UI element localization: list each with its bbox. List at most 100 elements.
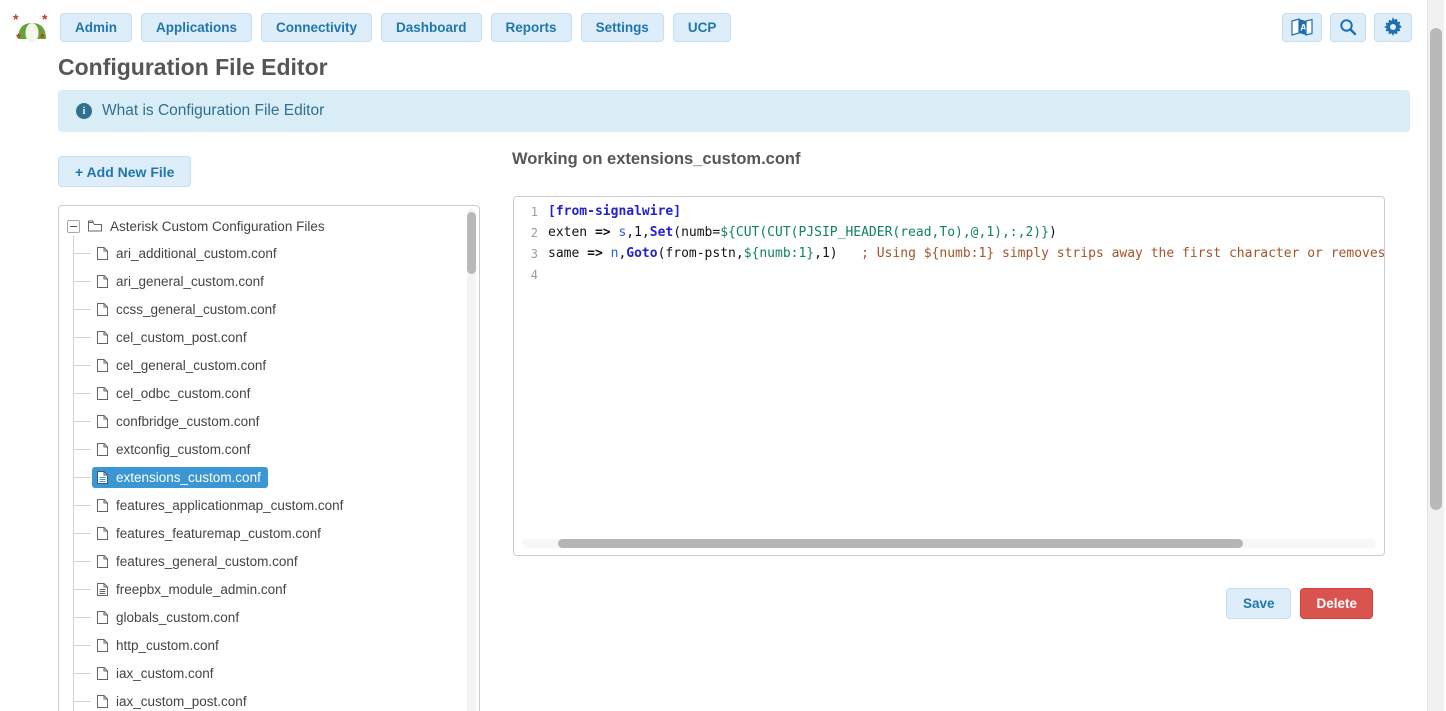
tree-file-label: http_custom.conf — [116, 638, 219, 653]
tree-file-label: iax_custom_post.conf — [116, 694, 247, 709]
tree-file-label: cel_custom_post.conf — [116, 330, 247, 345]
line-number: 3 — [514, 247, 548, 261]
info-banner[interactable]: i What is Configuration File Editor — [58, 90, 1410, 132]
tree-scrollbar[interactable] — [467, 209, 476, 711]
tree-row: cel_general_custom.conf — [59, 351, 465, 379]
tree-scrollbar-thumb[interactable] — [467, 212, 476, 274]
config-editor-panel[interactable]: 1[from-signalwire]2exten => s,1,Set(numb… — [513, 196, 1385, 556]
file-icon — [96, 554, 109, 569]
tree-root-label: Asterisk Custom Configuration Files — [110, 219, 325, 234]
tree-file-iax_custom_post.conf[interactable]: iax_custom_post.conf — [92, 691, 254, 711]
tree-file-label: iax_custom.conf — [116, 666, 214, 681]
tree-root-row: Asterisk Custom Configuration Files — [59, 213, 465, 239]
tree-row: extensions_custom.conf — [59, 463, 465, 491]
tree-file-label: ari_additional_custom.conf — [116, 246, 277, 261]
add-new-file-button[interactable]: + Add New File — [58, 156, 191, 187]
gear-icon[interactable] — [1374, 13, 1412, 42]
file-icon — [96, 330, 109, 345]
tree-file-features_featuremap_custom.conf[interactable]: features_featuremap_custom.conf — [92, 523, 328, 544]
folder-icon — [87, 219, 103, 233]
file-icon — [96, 666, 109, 681]
tree-file-ccss_general_custom.conf[interactable]: ccss_general_custom.conf — [92, 299, 283, 320]
tree-file-label: freepbx_module_admin.conf — [116, 582, 286, 597]
nav-item-dashboard[interactable]: Dashboard — [381, 13, 482, 42]
nav-item-applications[interactable]: Applications — [141, 13, 252, 42]
tree-file-label: confbridge_custom.conf — [116, 414, 259, 429]
tree-row: extconfig_custom.conf — [59, 435, 465, 463]
code-line-text: [from-signalwire] — [548, 204, 681, 219]
nav-item-ucp[interactable]: UCP — [673, 13, 732, 42]
delete-button[interactable]: Delete — [1300, 588, 1373, 619]
tree-file-label: extensions_custom.conf — [116, 470, 261, 485]
tree-file-cel_odbc_custom.conf[interactable]: cel_odbc_custom.conf — [92, 383, 257, 404]
file-text-icon — [96, 470, 109, 485]
file-icon — [96, 246, 109, 261]
top-navbar: * * * * Admin Applications Connectivity Das… — [0, 0, 1446, 50]
tree-file-cel_general_custom.conf[interactable]: cel_general_custom.conf — [92, 355, 273, 376]
main-menu: Admin Applications Connectivity Dashboard Re… — [60, 13, 731, 42]
file-tree-panel: Asterisk Custom Configuration Files ari_… — [58, 205, 480, 711]
tree-row: iax_custom_post.conf — [59, 687, 465, 711]
tree-row: features_applicationmap_custom.conf — [59, 491, 465, 519]
file-icon — [96, 302, 109, 317]
tree-file-label: extconfig_custom.conf — [116, 442, 250, 457]
nav-item-reports[interactable]: Reports — [491, 13, 572, 42]
tree-file-extensions_custom.conf[interactable]: extensions_custom.conf — [92, 467, 268, 488]
tree-row: http_custom.conf — [59, 631, 465, 659]
language-icon[interactable]: A — [1282, 13, 1322, 42]
page-scrollbar[interactable] — [1427, 0, 1444, 711]
file-icon — [96, 498, 109, 513]
navbar-right-icons: A — [1282, 13, 1412, 42]
nav-item-settings[interactable]: Settings — [581, 13, 664, 42]
tree-file-confbridge_custom.conf[interactable]: confbridge_custom.conf — [92, 411, 266, 432]
editor-hscrollbar-thumb[interactable] — [558, 539, 1243, 548]
tree-row: features_featuremap_custom.conf — [59, 519, 465, 547]
tree-file-extconfig_custom.conf[interactable]: extconfig_custom.conf — [92, 439, 257, 460]
file-icon — [96, 526, 109, 541]
file-text-icon — [96, 582, 109, 597]
code-area[interactable]: 1[from-signalwire]2exten => s,1,Set(numb… — [514, 201, 1384, 533]
line-number: 1 — [514, 205, 548, 219]
tree-collapse-toggle-icon[interactable] — [67, 220, 80, 233]
page-scrollbar-thumb[interactable] — [1430, 28, 1442, 510]
tree-file-freepbx_module_admin.conf[interactable]: freepbx_module_admin.conf — [92, 579, 293, 600]
code-line-text: exten => s,1,Set(numb=${CUT(CUT(PJSIP_HE… — [548, 225, 1057, 240]
file-icon — [96, 386, 109, 401]
line-number: 2 — [514, 226, 548, 240]
editor-horizontal-scrollbar[interactable] — [522, 539, 1376, 548]
freepbx-frog-logo-icon[interactable]: * * * * — [10, 9, 54, 45]
svg-text:*: * — [16, 31, 21, 43]
nav-item-connectivity[interactable]: Connectivity — [261, 13, 372, 42]
page-title: Configuration File Editor — [58, 54, 328, 81]
save-button[interactable]: Save — [1226, 588, 1292, 619]
line-number: 4 — [514, 268, 548, 282]
tree-row: confbridge_custom.conf — [59, 407, 465, 435]
tree-row: iax_custom.conf — [59, 659, 465, 687]
tree-file-http_custom.conf[interactable]: http_custom.conf — [92, 635, 226, 656]
info-icon: i — [76, 103, 92, 119]
code-line-text: same => n,Goto(from-pstn,${numb:1},1) ; … — [548, 246, 1384, 261]
file-icon — [96, 442, 109, 457]
tree-file-iax_custom.conf[interactable]: iax_custom.conf — [92, 663, 221, 684]
nav-item-admin[interactable]: Admin — [60, 13, 132, 42]
tree-file-features_applicationmap_custom.conf[interactable]: features_applicationmap_custom.conf — [92, 495, 350, 516]
tree-row: ari_general_custom.conf — [59, 267, 465, 295]
tree-file-ari_general_custom.conf[interactable]: ari_general_custom.conf — [92, 271, 271, 292]
file-icon — [96, 610, 109, 625]
file-icon — [96, 694, 109, 709]
file-icon — [96, 358, 109, 373]
file-icon — [96, 638, 109, 653]
tree-file-label: features_featuremap_custom.conf — [116, 526, 321, 541]
tree-file-cel_custom_post.conf[interactable]: cel_custom_post.conf — [92, 327, 254, 348]
tree-row: features_general_custom.conf — [59, 547, 465, 575]
tree-file-features_general_custom.conf[interactable]: features_general_custom.conf — [92, 551, 305, 572]
tree-file-label: features_applicationmap_custom.conf — [116, 498, 343, 513]
tree-root-folder[interactable]: Asterisk Custom Configuration Files — [87, 219, 325, 234]
tree-file-ari_additional_custom.conf[interactable]: ari_additional_custom.conf — [92, 243, 284, 264]
tree-file-label: ari_general_custom.conf — [116, 274, 264, 289]
tree-file-list: ari_additional_custom.conf ari_general_cu… — [59, 239, 465, 711]
code-line: 1[from-signalwire] — [514, 201, 1384, 222]
search-icon[interactable] — [1330, 13, 1366, 42]
tree-file-globals_custom.conf[interactable]: globals_custom.conf — [92, 607, 246, 628]
tree-row: freepbx_module_admin.conf — [59, 575, 465, 603]
